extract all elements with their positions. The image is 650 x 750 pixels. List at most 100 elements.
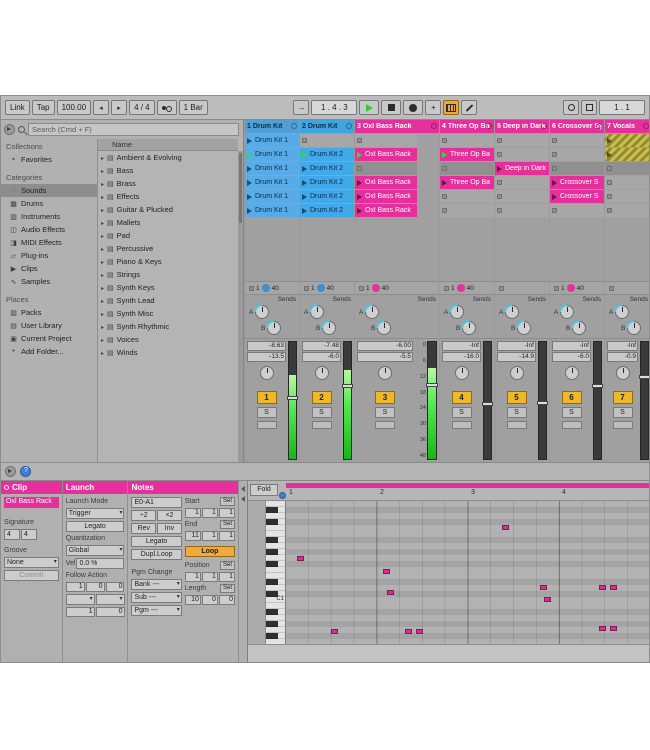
quantization-menu[interactable]: 1 Bar bbox=[178, 100, 208, 115]
clip-stop-icon[interactable] bbox=[442, 194, 447, 199]
clip-play-icon[interactable] bbox=[357, 151, 362, 158]
expand-caret-icon[interactable] bbox=[101, 296, 104, 305]
halve-time-button[interactable]: ÷2 bbox=[131, 510, 157, 521]
length-sixteenths[interactable]: 0 bbox=[218, 595, 236, 605]
loop-start-display[interactable]: 1 . 1 bbox=[599, 100, 646, 115]
clip-slot[interactable]: Three Op Ba bbox=[440, 176, 494, 189]
clip-slot[interactable]: Drum Kit 2 bbox=[300, 204, 354, 217]
signature-numerator-field[interactable]: 4 bbox=[4, 529, 20, 540]
clip-box-header[interactable]: Clip bbox=[1, 481, 62, 494]
pan-knob[interactable] bbox=[378, 366, 392, 380]
empty-clip-slot[interactable] bbox=[495, 134, 549, 147]
clip-slot[interactable] bbox=[605, 148, 649, 161]
clip-slot[interactable]: Drum Kit 2 bbox=[300, 190, 354, 203]
clip-play-icon[interactable] bbox=[357, 179, 362, 186]
clip-play-icon[interactable] bbox=[497, 165, 502, 172]
scrollbar-thumb[interactable] bbox=[239, 153, 242, 223]
clip-stop-button[interactable] bbox=[304, 285, 309, 291]
midi-note[interactable] bbox=[330, 629, 338, 635]
pan-knob[interactable] bbox=[615, 366, 630, 380]
arm-button[interactable] bbox=[256, 421, 277, 429]
record-button[interactable] bbox=[403, 100, 424, 115]
clip-stop-icon[interactable] bbox=[552, 166, 557, 171]
empty-clip-slot[interactable] bbox=[440, 190, 494, 203]
volume-value[interactable]: -5.5 bbox=[357, 352, 413, 362]
commit-button[interactable]: Commit bbox=[4, 570, 59, 581]
volume-value[interactable]: -6.0 bbox=[552, 352, 591, 362]
track-header[interactable]: 5 Deep in Dark bbox=[495, 120, 549, 133]
groove-select[interactable]: None bbox=[4, 557, 59, 568]
midi-note[interactable] bbox=[599, 585, 607, 591]
follow-time-bars[interactable]: 1 bbox=[65, 582, 85, 592]
send-b-knob[interactable] bbox=[462, 321, 477, 335]
clip-name-field[interactable]: Oxl Bass Rack bbox=[4, 497, 59, 508]
clip-stop-icon[interactable] bbox=[552, 138, 557, 143]
expand-caret-icon[interactable] bbox=[101, 348, 104, 357]
nudge-up-button[interactable] bbox=[111, 100, 128, 115]
send-b-knob[interactable] bbox=[627, 321, 642, 335]
expand-caret-icon[interactable] bbox=[101, 179, 104, 188]
midi-map-button[interactable] bbox=[581, 100, 598, 115]
arm-button[interactable] bbox=[612, 421, 633, 429]
clip-play-icon[interactable] bbox=[302, 193, 307, 200]
track-activator-button[interactable]: 2 bbox=[311, 391, 332, 404]
expand-caret-icon[interactable] bbox=[101, 322, 104, 331]
clip-stop-button[interactable] bbox=[609, 285, 614, 291]
toggle-browser-icon[interactable] bbox=[5, 466, 16, 477]
position-bars[interactable]: 1 bbox=[184, 572, 201, 582]
empty-clip-slot[interactable] bbox=[355, 134, 417, 147]
send-b-knob[interactable] bbox=[267, 321, 282, 335]
empty-clip-slot[interactable] bbox=[605, 162, 649, 175]
track-activator-button[interactable]: 6 bbox=[561, 391, 582, 404]
help-icon[interactable] bbox=[20, 466, 31, 477]
list-item[interactable]: ▤Piano & Keys bbox=[98, 255, 238, 268]
clip-slot[interactable]: Drum Kit 2 bbox=[300, 176, 354, 189]
clip-slot[interactable]: Drum Kit 2 bbox=[300, 148, 354, 161]
clip-slot[interactable]: Drum Kit 1 bbox=[245, 162, 299, 175]
send-b-knob[interactable] bbox=[572, 321, 587, 335]
expand-caret-icon[interactable] bbox=[101, 244, 104, 253]
list-item[interactable]: ▤Bass bbox=[98, 164, 238, 177]
sidebar-item-favorites[interactable]: ▪ Favorites bbox=[1, 153, 97, 166]
clip-play-icon[interactable] bbox=[247, 151, 252, 158]
tempo-field[interactable]: 100.00 bbox=[56, 100, 92, 115]
notes-legato-button[interactable]: Legato bbox=[131, 536, 182, 547]
midi-note[interactable] bbox=[539, 585, 547, 591]
clip-stop-icon[interactable] bbox=[497, 194, 502, 199]
volume-value[interactable]: -13.5 bbox=[247, 352, 286, 362]
list-item[interactable]: ▤Synth Keys bbox=[98, 281, 238, 294]
duplicate-loop-button[interactable]: Dupl.Loop bbox=[131, 549, 182, 560]
clip-stop-icon[interactable] bbox=[607, 194, 612, 199]
sidebar-item-drums[interactable]: ▦ Drums bbox=[1, 197, 97, 210]
send-a-knob[interactable] bbox=[450, 305, 465, 319]
send-a-knob[interactable] bbox=[365, 305, 380, 319]
start-beats[interactable]: 1 bbox=[201, 508, 218, 518]
sidebar-item-midi-effects[interactable]: ◨ MIDI Effects bbox=[1, 236, 97, 249]
clip-play-icon[interactable] bbox=[357, 193, 362, 200]
clip-play-icon[interactable] bbox=[607, 137, 612, 144]
track-header[interactable]: 3 Oxl Bass Rack bbox=[355, 120, 439, 133]
note-range-field[interactable]: E0-A1 bbox=[131, 497, 182, 508]
set-position-button[interactable]: Set bbox=[220, 561, 236, 570]
metronome-button[interactable] bbox=[156, 100, 177, 115]
clip-play-icon[interactable] bbox=[607, 151, 612, 158]
clip-stop-icon[interactable] bbox=[607, 208, 612, 213]
clip-play-icon[interactable] bbox=[247, 165, 252, 172]
midi-note[interactable] bbox=[405, 629, 413, 635]
clip-stop-button[interactable] bbox=[499, 285, 504, 291]
follow-action-a-select[interactable] bbox=[65, 594, 95, 605]
list-item[interactable]: ▤Synth Misc bbox=[98, 307, 238, 320]
midi-note[interactable] bbox=[383, 568, 391, 574]
tap-tempo-button[interactable]: Tap bbox=[31, 100, 55, 115]
fold-button[interactable]: Fold bbox=[250, 484, 278, 496]
expand-caret-icon[interactable] bbox=[101, 335, 104, 344]
empty-clip-slot[interactable] bbox=[440, 134, 494, 147]
nudge-down-button[interactable] bbox=[93, 100, 110, 115]
empty-clip-slot[interactable] bbox=[550, 134, 604, 147]
list-item[interactable]: ▤Brass bbox=[98, 177, 238, 190]
clip-play-icon[interactable] bbox=[247, 207, 252, 214]
list-item[interactable]: ▤Synth Lead bbox=[98, 294, 238, 307]
track-activator-button[interactable]: 4 bbox=[451, 391, 472, 404]
send-a-knob[interactable] bbox=[310, 305, 325, 319]
volume-fader-handle[interactable] bbox=[426, 383, 438, 388]
